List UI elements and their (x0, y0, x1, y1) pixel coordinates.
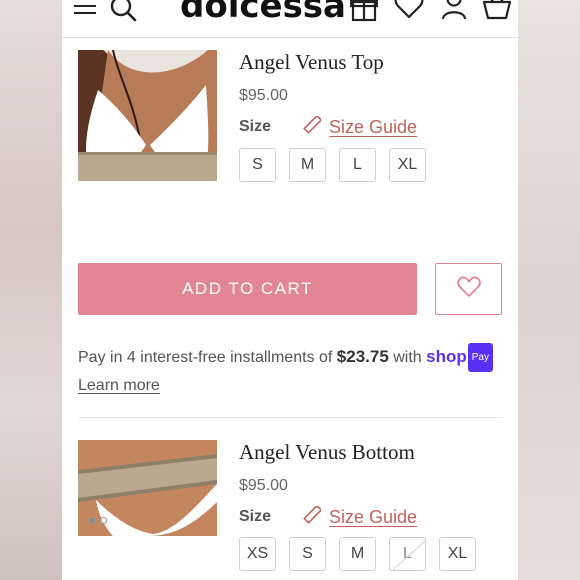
size-guide-link[interactable]: Size Guide (303, 114, 417, 139)
size-option-l[interactable]: L (339, 148, 376, 182)
ruler-icon (303, 504, 323, 529)
account-icon[interactable] (440, 0, 468, 25)
ruler-icon (303, 114, 323, 139)
product-price: $95.00 (239, 477, 288, 494)
shop-pay-badge: Pay (467, 343, 493, 372)
shop-pay-logo: shop (426, 347, 467, 366)
installment-amount: $23.75 (336, 347, 389, 366)
shop-pay-installments: Pay in 4 interest-free installments of $… (78, 343, 508, 399)
size-option-xl[interactable]: XL (389, 148, 426, 182)
heart-icon[interactable] (394, 0, 424, 25)
brand-logo[interactable]: dolcessa (180, 0, 346, 26)
divider (78, 417, 502, 418)
product-price: $95.00 (239, 87, 288, 104)
size-option-s[interactable]: S (239, 148, 276, 182)
installments-with: with (393, 349, 422, 366)
add-to-cart-button[interactable]: ADD TO CART (78, 263, 417, 315)
product-title[interactable]: Angel Venus Top (239, 50, 384, 75)
menu-icon[interactable] (74, 0, 98, 23)
basket-icon[interactable] (482, 0, 512, 25)
size-label: Size (239, 118, 272, 135)
size-options-bottom: XS S M L XL (239, 537, 476, 571)
size-option-s[interactable]: S (289, 537, 326, 571)
size-options-top: S M L XL (239, 148, 426, 182)
product-title[interactable]: Angel Venus Bottom (239, 440, 415, 465)
add-to-wishlist-button[interactable] (435, 263, 502, 315)
gift-icon[interactable] (349, 0, 379, 27)
pagination-dot[interactable] (100, 517, 107, 524)
size-guide-link[interactable]: Size Guide (303, 504, 417, 529)
installments-text: Pay in 4 interest-free installments of (78, 349, 333, 366)
backdrop-right (518, 0, 580, 580)
search-icon[interactable] (110, 0, 138, 27)
size-label: Size (239, 508, 272, 525)
size-option-m[interactable]: M (339, 537, 376, 571)
backdrop-left (0, 0, 62, 580)
phone-screen: dolcessa Angel Venus Top $95.00 Size Siz… (62, 0, 518, 580)
heart-icon (456, 276, 481, 303)
product-image-top[interactable] (78, 50, 217, 181)
image-pagination (89, 517, 107, 524)
size-option-xl[interactable]: XL (439, 537, 476, 571)
size-option-l[interactable]: L (389, 537, 426, 571)
pagination-dot[interactable] (89, 517, 96, 524)
size-guide-label[interactable]: Size Guide (329, 507, 417, 528)
size-guide-label[interactable]: Size Guide (329, 117, 417, 138)
size-option-m[interactable]: M (289, 148, 326, 182)
site-header: dolcessa (62, 0, 518, 38)
size-option-xs[interactable]: XS (239, 537, 276, 571)
learn-more-link[interactable]: Learn more (78, 377, 160, 394)
